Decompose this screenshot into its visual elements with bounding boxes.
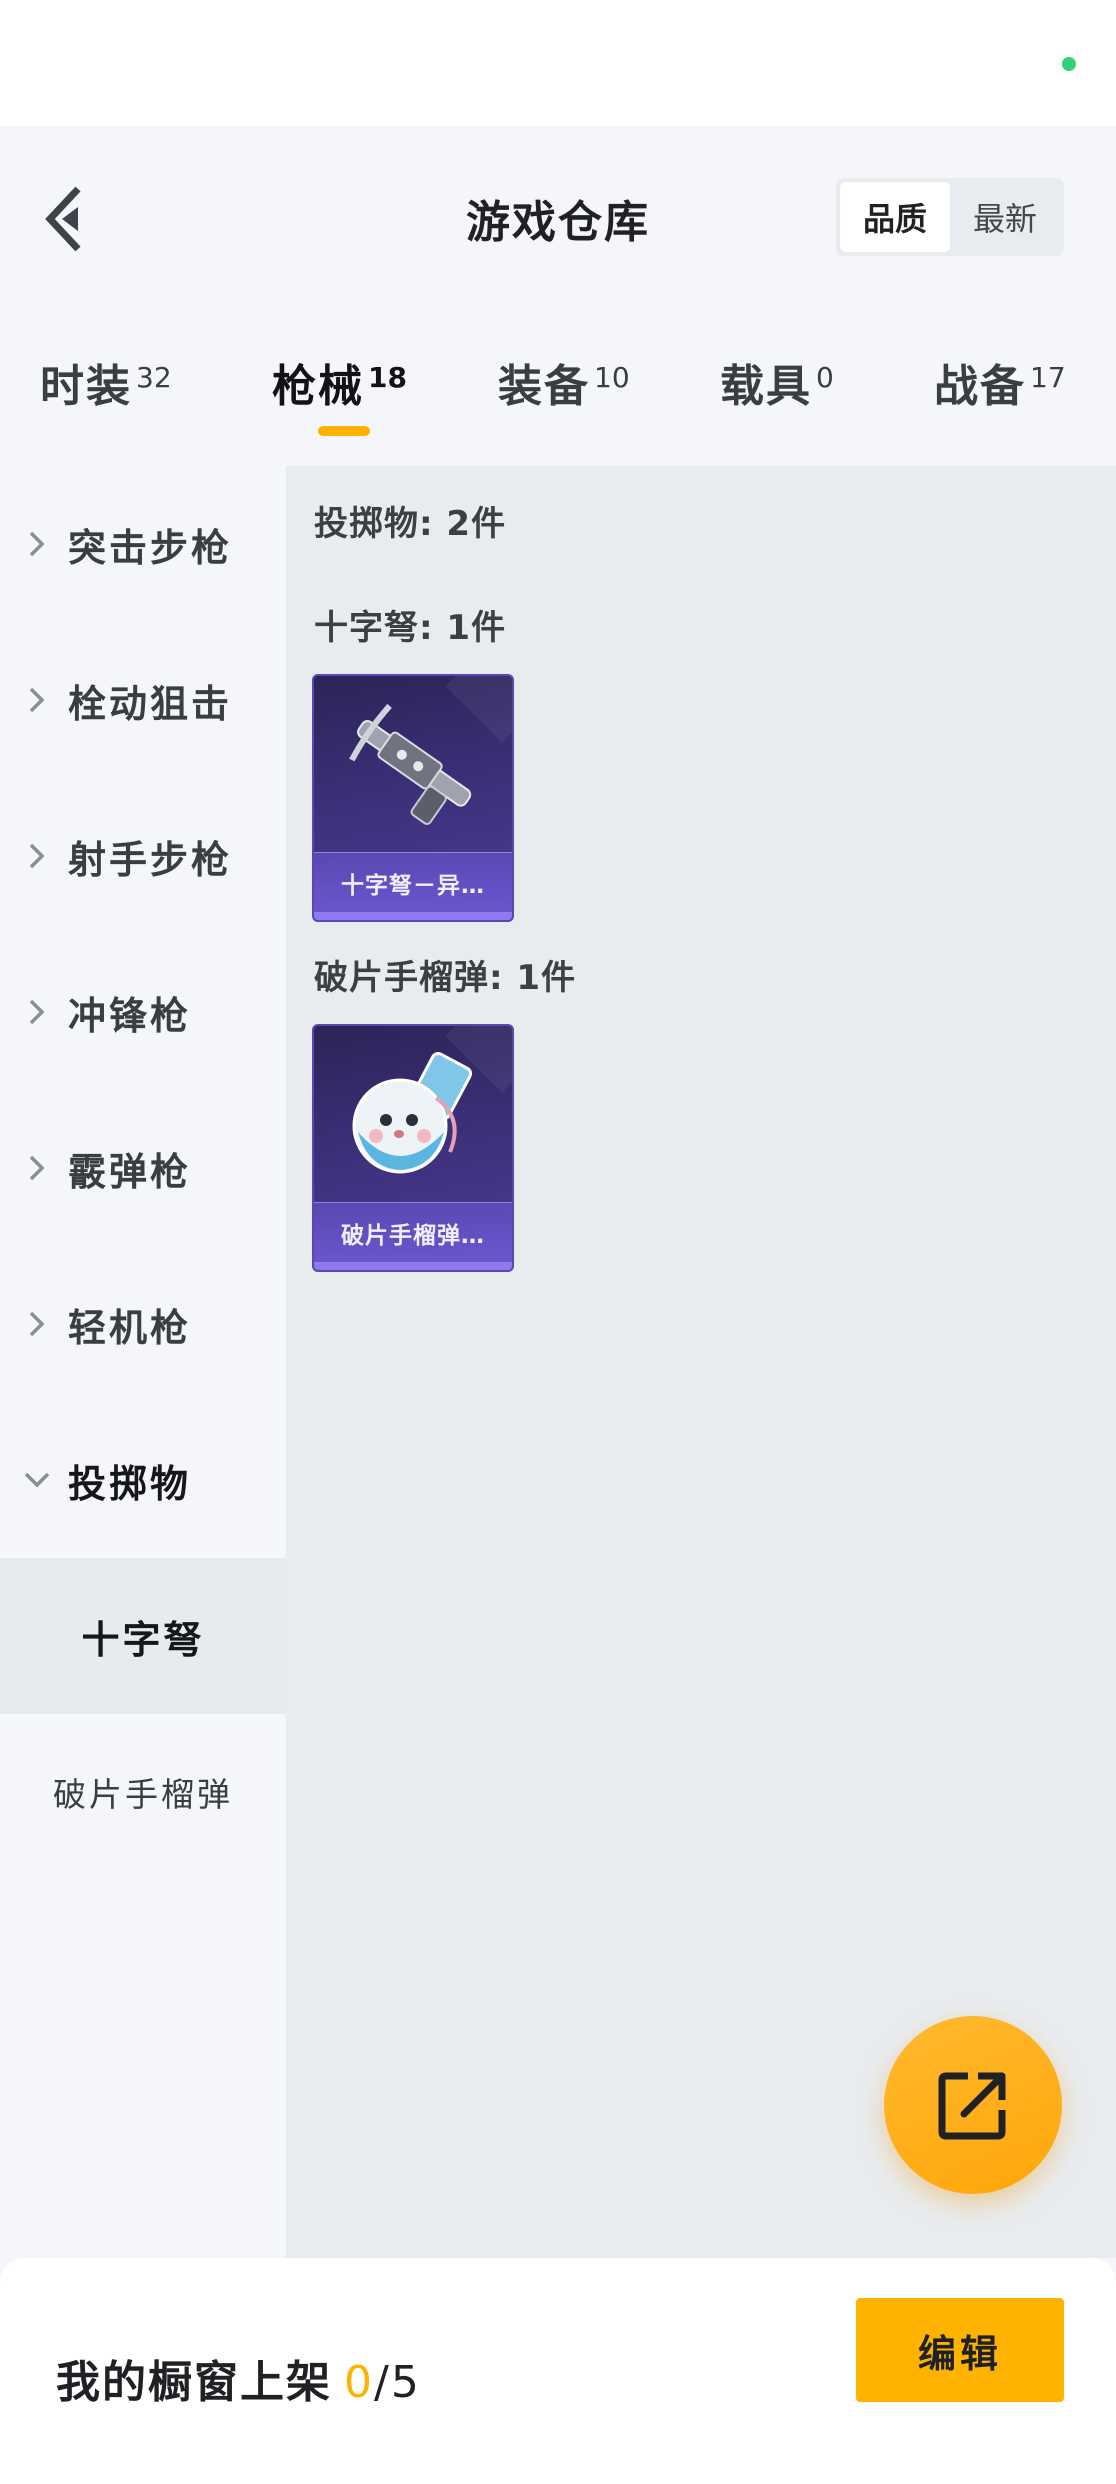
sidebar-item-label: 栓动狙击 <box>68 681 233 726</box>
tab-label: 装备 <box>498 361 590 412</box>
tab-supplies[interactable]: 战备 17 <box>934 350 1066 430</box>
item-name: 破片手榴弹… <box>341 1222 485 1249</box>
showcase-current-count: 0 <box>344 2357 374 2408</box>
sidebar-subitem-label: 破片手榴弹 <box>53 1775 233 1814</box>
tab-count: 32 <box>136 361 172 394</box>
chevron-right-icon <box>22 1153 52 1183</box>
showcase-label: 我的橱窗上架 <box>56 2357 332 2408</box>
sidebar-item-assault-rifle[interactable]: 突击步枪 <box>0 466 286 622</box>
share-button[interactable] <box>884 2016 1062 2194</box>
chevron-right-icon <box>22 529 52 559</box>
sidebar-item-label: 霰弹枪 <box>68 1149 192 1194</box>
sidebar-item-label: 突击步枪 <box>68 525 233 570</box>
sidebar-item-throwables[interactable]: 投掷物 <box>0 1402 286 1558</box>
active-tab-indicator <box>318 426 370 436</box>
sidebar: 突击步枪 栓动狙击 射手步枪 冲锋枪 霰弹枪 轻机枪 投掷物 十字弩 破片手榴弹 <box>0 466 286 2258</box>
item-content-panel: 投掷物: 2件 十字弩: 1件 十字弩－异… 破片手榴弹: 1件 破片手榴弹… <box>286 466 1116 2258</box>
crossbow-icon <box>314 676 512 854</box>
sidebar-item-label: 射手步枪 <box>68 837 233 882</box>
sidebar-item-label: 冲锋枪 <box>68 993 192 1038</box>
item-card-crossbow[interactable]: 十字弩－异… <box>312 674 514 922</box>
sort-by-newest-button[interactable]: 最新 <box>950 182 1060 252</box>
edit-button[interactable]: 编辑 <box>856 2298 1064 2402</box>
tab-label: 载具 <box>720 361 812 412</box>
tab-label: 枪械 <box>272 361 364 412</box>
item-name-bar: 破片手榴弹… <box>314 1202 512 1262</box>
group-title-frag-grenade: 破片手榴弹: 1件 <box>314 958 577 998</box>
tab-count: 0 <box>816 361 834 394</box>
sidebar-subitem-crossbow[interactable]: 十字弩 <box>0 1558 286 1714</box>
sidebar-item-bolt-sniper[interactable]: 栓动狙击 <box>0 622 286 778</box>
tab-equipment[interactable]: 装备 10 <box>498 350 630 430</box>
grenade-icon <box>314 1026 512 1204</box>
sidebar-subitem-label: 十字弩 <box>81 1617 205 1662</box>
item-name: 十字弩－异… <box>341 872 485 899</box>
tab-firearms[interactable]: 枪械 18 <box>272 350 407 430</box>
sort-toggle: 品质 最新 <box>836 178 1064 256</box>
item-card-frag-grenade[interactable]: 破片手榴弹… <box>312 1024 514 1272</box>
tab-label: 战备 <box>934 361 1026 412</box>
tab-count: 18 <box>368 361 407 394</box>
chevron-down-icon <box>22 1465 52 1495</box>
tab-count: 10 <box>594 361 630 394</box>
rarity-strip <box>314 1262 512 1270</box>
sidebar-item-label: 投掷物 <box>68 1461 192 1506</box>
tab-label: 时装 <box>40 361 132 412</box>
status-bar <box>0 0 1116 126</box>
rarity-strip <box>314 912 512 920</box>
group-title-crossbow: 十字弩: 1件 <box>314 608 507 648</box>
sort-by-quality-button[interactable]: 品质 <box>840 182 950 252</box>
category-summary: 投掷物: 2件 <box>314 504 507 544</box>
header: 游戏仓库 品质 最新 <box>0 126 1116 306</box>
status-indicator-dot <box>1062 57 1076 71</box>
chevron-right-icon <box>22 841 52 871</box>
sidebar-item-smg[interactable]: 冲锋枪 <box>0 934 286 1090</box>
bottom-bar: 我的橱窗上架 0/5 编辑 <box>0 2258 1116 2484</box>
share-icon <box>938 2072 1006 2140</box>
showcase-status: 我的橱窗上架 0/5 <box>56 2346 421 2410</box>
chevron-right-icon <box>22 997 52 1027</box>
sidebar-item-lmg[interactable]: 轻机枪 <box>0 1246 286 1402</box>
category-tabs: 时装 32 枪械 18 装备 10 载具 0 战备 17 <box>0 330 1116 450</box>
app-root: 游戏仓库 品质 最新 时装 32 枪械 18 装备 10 载具 0 战备 17 突击步枪 <box>0 0 1116 2484</box>
sidebar-item-marksman-rifle[interactable]: 射手步枪 <box>0 778 286 934</box>
sidebar-subitem-frag-grenade[interactable]: 破片手榴弹 <box>0 1714 286 1870</box>
chevron-right-icon <box>22 685 52 715</box>
chevron-right-icon <box>22 1309 52 1339</box>
showcase-total-count: /5 <box>374 2357 421 2408</box>
tab-vehicles[interactable]: 载具 0 <box>720 350 834 430</box>
sidebar-item-label: 轻机枪 <box>68 1305 192 1350</box>
tab-fashion[interactable]: 时装 32 <box>40 350 172 430</box>
sidebar-item-shotgun[interactable]: 霰弹枪 <box>0 1090 286 1246</box>
item-name-bar: 十字弩－异… <box>314 852 512 912</box>
tab-count: 17 <box>1030 361 1066 394</box>
